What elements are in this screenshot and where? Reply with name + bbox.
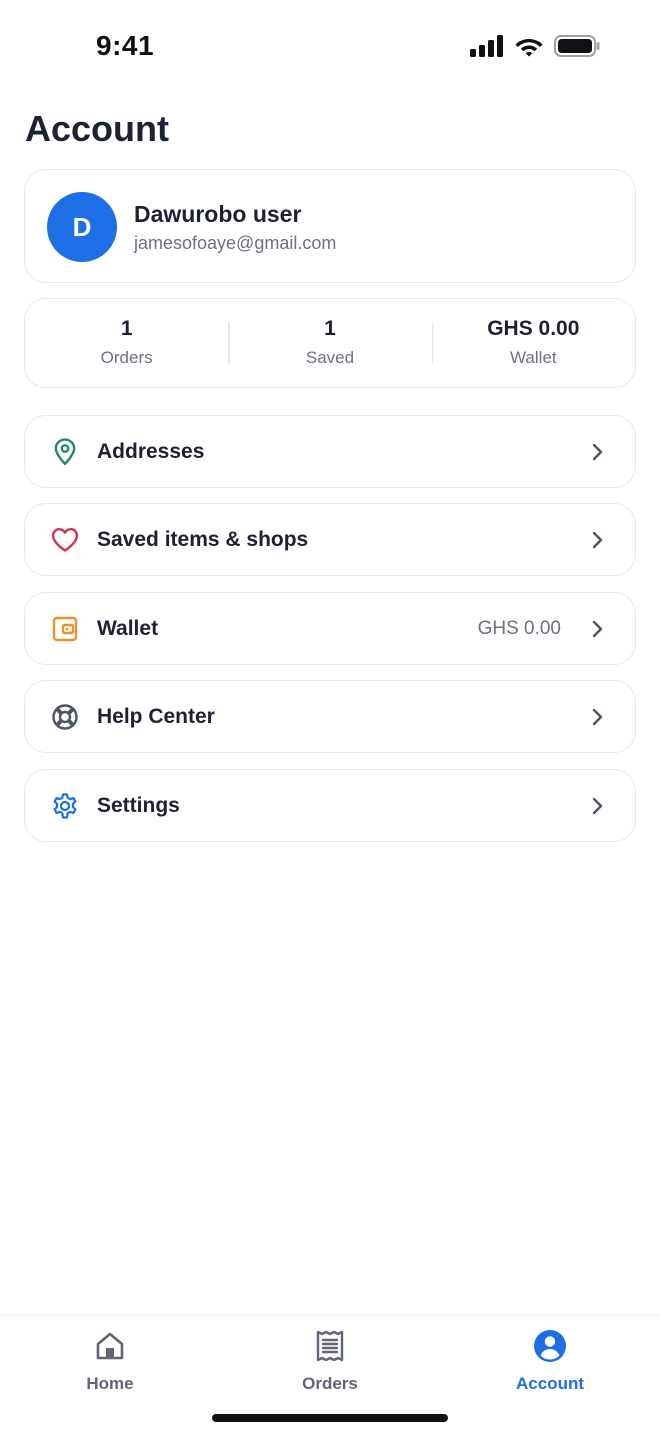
stat-value: 1 bbox=[120, 317, 133, 340]
status-bar: 9:41 bbox=[0, 0, 660, 96]
lifebuoy-icon bbox=[45, 697, 85, 737]
stat-value: GHS 0.00 bbox=[487, 317, 580, 340]
tab-home[interactable]: Home bbox=[0, 1316, 220, 1434]
status-icons bbox=[470, 35, 600, 57]
menu-item-label: Help Center bbox=[97, 704, 215, 728]
profile-email: jamesofoaye@gmail.com bbox=[134, 233, 337, 253]
profile-card[interactable]: D Dawurobo user jamesofoaye@gmail.com bbox=[24, 169, 636, 283]
heart-icon bbox=[45, 520, 85, 560]
status-time: 9:41 bbox=[96, 30, 155, 61]
cellular-signal-icon bbox=[470, 35, 504, 57]
menu-item-wallet[interactable]: Wallet GHS 0.00 bbox=[24, 592, 636, 665]
wallet-balance: GHS 0.00 bbox=[477, 617, 561, 639]
wifi-icon bbox=[514, 35, 544, 57]
user-circle-icon bbox=[532, 1328, 568, 1364]
home-indicator bbox=[212, 1414, 448, 1422]
chevron-right-icon bbox=[587, 619, 607, 639]
stat-saved[interactable]: 1 Saved bbox=[228, 299, 431, 387]
wallet-icon bbox=[45, 609, 85, 649]
tab-label: Account bbox=[516, 1374, 584, 1393]
location-pin-icon bbox=[45, 432, 85, 472]
page-title: Account bbox=[25, 108, 169, 149]
battery-icon bbox=[554, 35, 600, 57]
gear-icon bbox=[45, 786, 85, 826]
menu-item-addresses[interactable]: Addresses bbox=[24, 415, 636, 488]
chevron-right-icon bbox=[587, 707, 607, 727]
stat-wallet[interactable]: GHS 0.00 Wallet bbox=[431, 299, 635, 387]
receipt-icon bbox=[312, 1328, 348, 1364]
stat-label: Wallet bbox=[510, 348, 557, 367]
tab-label: Orders bbox=[302, 1374, 358, 1393]
chevron-right-icon bbox=[587, 530, 607, 550]
stat-label: Orders bbox=[100, 348, 153, 367]
stat-label: Saved bbox=[305, 348, 355, 367]
stat-value: 1 bbox=[324, 317, 336, 340]
menu-item-help-center[interactable]: Help Center bbox=[24, 680, 636, 753]
profile-name: Dawurobo user bbox=[134, 201, 302, 227]
menu-item-label: Addresses bbox=[97, 439, 205, 463]
chevron-right-icon bbox=[587, 796, 607, 816]
tab-account[interactable]: Account bbox=[440, 1316, 660, 1434]
menu-item-settings[interactable]: Settings bbox=[24, 769, 636, 842]
account-screen: 9:41 Account D Dawurobo user jamesofoaye… bbox=[0, 0, 660, 1434]
avatar: D bbox=[47, 192, 117, 262]
menu-item-label: Settings bbox=[97, 793, 180, 817]
stats-card: 1 Orders 1 Saved GHS 0.00 Wallet bbox=[24, 298, 636, 388]
home-icon bbox=[92, 1328, 128, 1364]
menu-item-label: Wallet bbox=[97, 616, 159, 640]
chevron-right-icon bbox=[587, 442, 607, 462]
tab-label: Home bbox=[86, 1374, 134, 1393]
stat-orders[interactable]: 1 Orders bbox=[25, 299, 228, 387]
menu-item-label: Saved items & shops bbox=[97, 527, 309, 551]
menu-item-saved[interactable]: Saved items & shops bbox=[24, 503, 636, 576]
